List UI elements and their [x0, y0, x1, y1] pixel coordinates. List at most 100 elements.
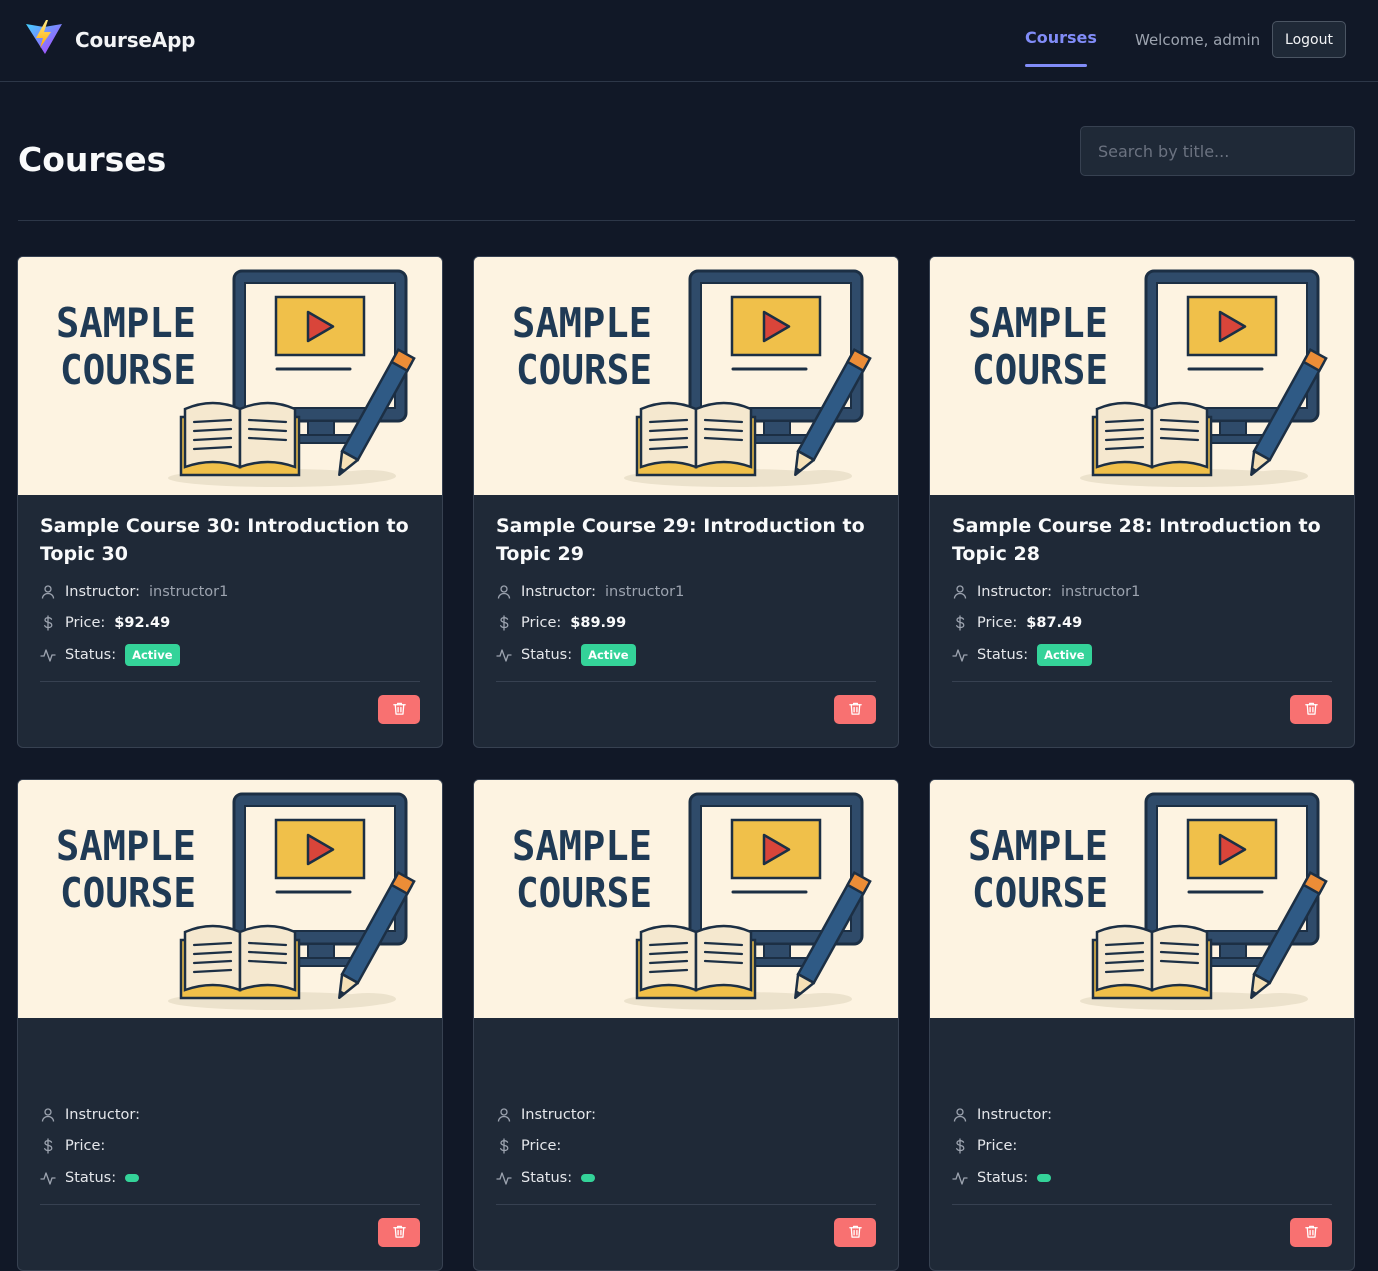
- course-title[interactable]: Sample Course 29: Introduction to Topic …: [496, 512, 876, 568]
- thumbnail-text-line2: COURSE: [972, 869, 1108, 917]
- course-thumbnail: SAMPLE COURSE: [18, 257, 442, 495]
- course-title[interactable]: Sample Course 28: Introduction to Topic …: [952, 512, 1332, 568]
- instructor-label: Instructor:: [65, 1107, 140, 1123]
- card-divider: [952, 1204, 1332, 1205]
- course-instructor-row: Instructor: instructor1: [496, 581, 684, 603]
- trash-icon: [392, 1224, 407, 1242]
- card-divider: [40, 681, 420, 682]
- delete-course-button[interactable]: [1290, 695, 1332, 724]
- user-icon: [40, 1107, 56, 1123]
- status-badge: Active: [581, 644, 636, 666]
- price-label: Price:: [65, 615, 106, 631]
- price-label: Price:: [65, 1138, 106, 1154]
- price-value: $92.49: [114, 615, 171, 631]
- dollar-icon: [40, 615, 56, 631]
- thumbnail-text-line1: SAMPLE: [512, 299, 652, 347]
- card-divider: [952, 681, 1332, 682]
- course-thumbnail: SAMPLE COURSE: [474, 780, 898, 1018]
- price-label: Price:: [521, 615, 562, 631]
- thumbnail-text-line2: COURSE: [516, 869, 652, 917]
- delete-course-button[interactable]: [834, 695, 876, 724]
- course-card[interactable]: SAMPLE COURSE Sample Course 30: Introduc…: [17, 256, 443, 748]
- status-badge: Active: [125, 644, 180, 666]
- price-label: Price:: [977, 1138, 1018, 1154]
- user-icon: [496, 1107, 512, 1123]
- trash-icon: [1304, 701, 1319, 719]
- course-status-row: Status: Active: [496, 644, 636, 666]
- course-instructor-row: Instructor: instructor1: [952, 581, 1140, 603]
- course-instructor-row: Instructor: instructor1: [40, 581, 228, 603]
- activity-icon: [496, 647, 512, 663]
- page-title: Courses: [18, 140, 167, 179]
- instructor-value: instructor1: [148, 584, 229, 600]
- nav-link-courses[interactable]: Courses: [1025, 28, 1097, 47]
- logout-button[interactable]: Logout: [1272, 21, 1346, 58]
- course-price-row: Price: $87.49: [952, 612, 1082, 634]
- search-input[interactable]: [1080, 126, 1355, 176]
- course-instructor-row: Instructor:: [40, 1104, 149, 1126]
- course-thumbnail: SAMPLE COURSE: [18, 780, 442, 1018]
- course-instructor-row: Instructor:: [496, 1104, 605, 1126]
- thumbnail-text-line1: SAMPLE: [56, 299, 196, 347]
- card-divider: [40, 1204, 420, 1205]
- course-card[interactable]: SAMPLE COURSE Instructor: Price: Status:: [473, 779, 899, 1271]
- status-badge: [125, 1174, 140, 1182]
- instructor-value: instructor1: [1060, 584, 1141, 600]
- trash-icon: [848, 701, 863, 719]
- course-status-row: Status:: [952, 1167, 1052, 1189]
- brand[interactable]: CourseApp: [24, 20, 196, 60]
- price-value: $89.99: [570, 615, 627, 631]
- instructor-label: Instructor:: [977, 584, 1052, 600]
- activity-icon: [952, 647, 968, 663]
- course-price-row: Price:: [40, 1135, 114, 1157]
- thumbnail-text-line1: SAMPLE: [968, 299, 1108, 347]
- status-label: Status:: [65, 647, 117, 663]
- price-label: Price:: [977, 615, 1018, 631]
- user-icon: [952, 584, 968, 600]
- price-value: $87.49: [1026, 615, 1083, 631]
- course-title[interactable]: Sample Course 30: Introduction to Topic …: [40, 512, 420, 568]
- course-price-row: Price:: [952, 1135, 1026, 1157]
- thumbnail-text-line2: COURSE: [60, 869, 196, 917]
- dollar-icon: [40, 1138, 56, 1154]
- activity-icon: [40, 647, 56, 663]
- dollar-icon: [496, 1138, 512, 1154]
- instructor-value: instructor1: [604, 584, 685, 600]
- user-icon: [952, 1107, 968, 1123]
- status-badge: [581, 1174, 596, 1182]
- course-price-row: Price: $92.49: [40, 612, 170, 634]
- delete-course-button[interactable]: [378, 1218, 420, 1247]
- thumbnail-text-line1: SAMPLE: [512, 822, 652, 870]
- trash-icon: [1304, 1224, 1319, 1242]
- instructor-label: Instructor:: [521, 584, 596, 600]
- delete-course-button[interactable]: [1290, 1218, 1332, 1247]
- trash-icon: [848, 1224, 863, 1242]
- thumbnail-text-line1: SAMPLE: [56, 822, 196, 870]
- card-divider: [496, 1204, 876, 1205]
- course-status-row: Status: Active: [952, 644, 1092, 666]
- user-icon: [40, 584, 56, 600]
- price-label: Price:: [521, 1138, 562, 1154]
- dollar-icon: [952, 615, 968, 631]
- thumbnail-text-line1: SAMPLE: [968, 822, 1108, 870]
- welcome-text: Welcome, admin: [1135, 31, 1261, 49]
- delete-course-button[interactable]: [834, 1218, 876, 1247]
- course-card[interactable]: SAMPLE COURSE Instructor: Price: Status:: [17, 779, 443, 1271]
- nav-active-indicator: [1025, 64, 1087, 67]
- course-status-row: Status:: [496, 1167, 596, 1189]
- trash-icon: [392, 701, 407, 719]
- dollar-icon: [496, 615, 512, 631]
- course-card[interactable]: SAMPLE COURSE Sample Course 29: Introduc…: [473, 256, 899, 748]
- course-status-row: Status:: [40, 1167, 140, 1189]
- course-card[interactable]: SAMPLE COURSE Instructor: Price: Status:: [929, 779, 1355, 1271]
- status-label: Status:: [521, 1170, 573, 1186]
- course-price-row: Price:: [496, 1135, 570, 1157]
- delete-course-button[interactable]: [378, 695, 420, 724]
- thumbnail-text-line2: COURSE: [972, 346, 1108, 394]
- status-label: Status:: [977, 647, 1029, 663]
- course-card[interactable]: SAMPLE COURSE Sample Course 28: Introduc…: [929, 256, 1355, 748]
- user-icon: [496, 584, 512, 600]
- course-thumbnail: SAMPLE COURSE: [930, 780, 1354, 1018]
- course-thumbnail: SAMPLE COURSE: [930, 257, 1354, 495]
- activity-icon: [40, 1170, 56, 1186]
